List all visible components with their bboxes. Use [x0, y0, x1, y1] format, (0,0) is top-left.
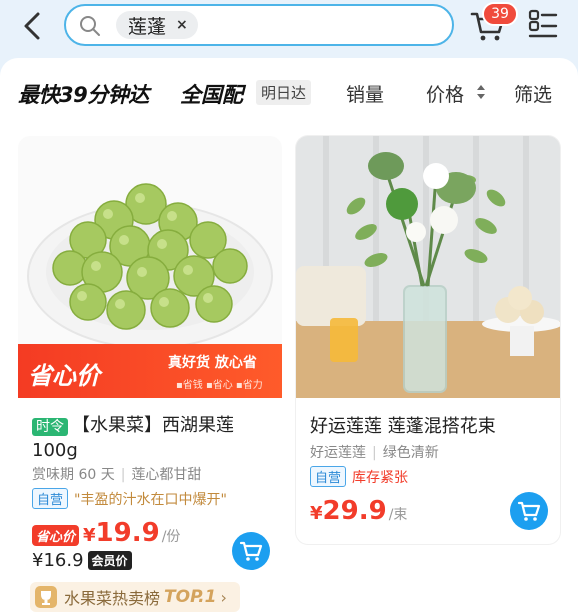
- price-row: 省心价 ¥ 19.9 /份: [32, 518, 180, 548]
- meta-shelf-life: 赏味期 60 天: [32, 467, 115, 483]
- cart-count-badge: 39: [482, 2, 518, 26]
- filter-bar: 最快39分钟达 全国配 明日达 销量 价格 筛选: [0, 58, 578, 126]
- price-value: 29.9: [322, 496, 387, 526]
- price-currency: ¥: [310, 503, 323, 524]
- trophy-icon: [35, 586, 57, 608]
- search-keyword: 莲蓬: [128, 15, 167, 38]
- list-menu-icon[interactable]: [527, 8, 559, 40]
- product-image-bouquet[interactable]: [296, 136, 560, 398]
- price-currency: ¥: [83, 525, 96, 546]
- ranking-text: 水果菜热卖榜: [64, 589, 161, 608]
- product-title[interactable]: 好运莲莲 莲蓬混搭花束: [310, 412, 496, 438]
- meta-divider: |: [372, 445, 377, 461]
- search-keyword-chip[interactable]: 莲蓬 ×: [116, 11, 198, 39]
- season-tag: 时令: [32, 418, 68, 436]
- price-unit: /份: [161, 529, 181, 545]
- search-icon: [80, 16, 100, 36]
- price-unit: /束: [388, 507, 408, 523]
- price-row: ¥ 29.9 /束: [310, 496, 407, 526]
- top-bar: 莲蓬 × 39: [0, 0, 578, 56]
- promo-banner: 省心价 真好货 放心省 ▪省钱 ▪省心 ▪省力: [18, 344, 282, 398]
- member-price: ¥16.9: [32, 550, 84, 571]
- back-arrow-icon[interactable]: [16, 8, 48, 44]
- filter-nationwide[interactable]: 全国配: [180, 79, 243, 109]
- meta-feature: 绿色清新: [382, 445, 439, 461]
- add-to-cart-button[interactable]: [510, 492, 548, 530]
- cart-icon: [517, 501, 541, 521]
- ranking-position: TOP.1: [164, 587, 217, 607]
- review-quote: "丰盈的汁水在口中爆开": [74, 491, 227, 508]
- sort-arrows-icon: [477, 85, 485, 99]
- filter-button[interactable]: 筛选: [514, 80, 552, 107]
- meta-feature: 莲心都甘甜: [131, 467, 202, 483]
- tag-row: 自营 库存紧张: [310, 466, 408, 487]
- product-meta: 好运莲莲 | 绿色清新: [310, 442, 439, 462]
- self-operated-tag: 自营: [310, 466, 347, 487]
- self-operated-tag: 自营: [32, 488, 69, 509]
- search-input[interactable]: 莲蓬 ×: [64, 4, 454, 46]
- cart-icon: [239, 541, 263, 561]
- add-to-cart-button[interactable]: [232, 532, 270, 570]
- meta-divider: |: [120, 467, 126, 483]
- product-card[interactable]: 好运莲莲 莲蓬混搭花束 好运莲莲 | 绿色清新 自营 库存紧张 ¥ 29.9 /束: [296, 136, 560, 544]
- product-card[interactable]: 省心价 真好货 放心省 ▪省钱 ▪省心 ▪省力 时令 【水果菜】西湖果莲100g …: [18, 136, 282, 612]
- price-label-tag: 省心价: [32, 525, 80, 546]
- filter-next-day-badge[interactable]: 明日达: [256, 80, 312, 105]
- product-title[interactable]: 时令 【水果菜】西湖果莲100g: [32, 414, 272, 463]
- promo-title: 省心价: [28, 362, 100, 390]
- promo-tags: ▪省钱 ▪省心 ▪省力: [176, 380, 263, 391]
- meta-brand: 好运莲莲: [310, 445, 366, 461]
- sort-price[interactable]: 价格: [426, 80, 464, 107]
- member-price-row: ¥16.9 会员价: [32, 550, 132, 571]
- member-price-tag: 会员价: [87, 551, 132, 570]
- product-meta: 赏味期 60 天 | 莲心都甘甜: [32, 464, 201, 484]
- low-stock-label: 库存紧张: [352, 469, 409, 486]
- tag-row: 自营 "丰盈的汁水在口中爆开": [32, 488, 227, 509]
- price-value: 19.9: [95, 518, 160, 548]
- chevron-right-icon: ›: [220, 587, 227, 607]
- sort-sales[interactable]: 销量: [346, 80, 384, 107]
- filter-fast-delivery[interactable]: 最快39分钟达: [18, 79, 149, 109]
- promo-subtitle: 真好货 放心省: [168, 355, 257, 371]
- ranking-badge[interactable]: 水果菜热卖榜 TOP.1 ›: [30, 582, 240, 612]
- clear-keyword-icon[interactable]: ×: [176, 17, 188, 33]
